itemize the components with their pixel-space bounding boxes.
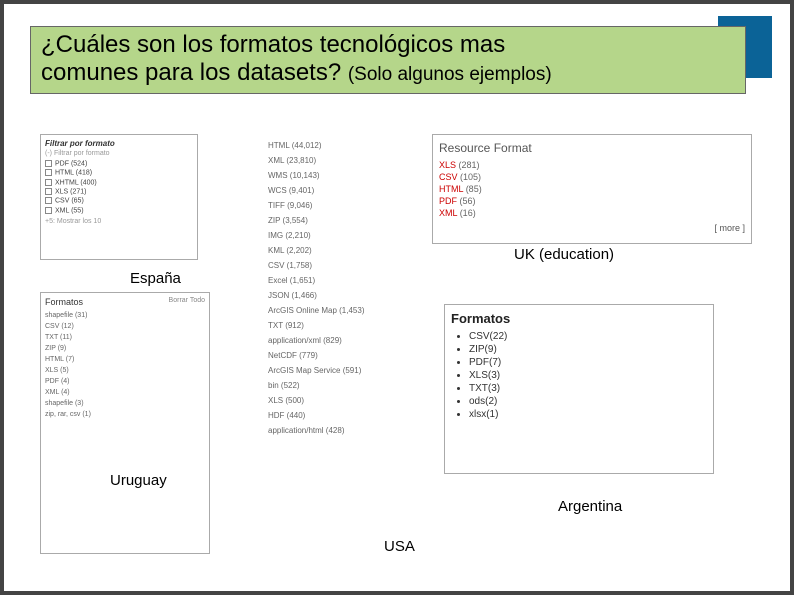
list-item[interactable]: HTML (418) [45,168,193,177]
list-item[interactable]: application/xml (829) [268,333,412,348]
list-item[interactable]: ZIP (3,554) [268,213,412,228]
title-line1: ¿Cuáles son los formatos tecnológicos ma… [41,31,735,59]
spain-more[interactable]: +5: Mostrar los 10 [45,218,193,225]
label-argentina: Argentina [558,498,622,515]
list-item[interactable]: KML (2,202) [268,243,412,258]
argentina-header: Formatos [451,311,707,326]
list-item[interactable]: PDF(7) [469,356,707,369]
list-item[interactable]: XHTML (400) [45,178,193,187]
list-item[interactable]: ArcGIS Online Map (1,453) [268,303,412,318]
spain-header: Filtrar por formato [45,139,193,148]
argentina-list: CSV(22)ZIP(9)PDF(7)XLS(3)TXT(3)ods(2)xls… [469,330,707,421]
list-item[interactable]: shapefile (3) [45,398,205,409]
list-item[interactable]: XLS(3) [469,369,707,382]
title-line2: comunes para los datasets? (Solo algunos… [41,59,735,87]
list-item[interactable]: CSV (65) [45,196,193,205]
list-item[interactable]: XLS (281) [439,159,745,171]
list-item[interactable]: HTML (44,012) [268,138,412,153]
uk-header: Resource Format [439,141,745,155]
list-item[interactable]: TXT(3) [469,382,707,395]
panel-spain: Filtrar por formato (-) Filtrar por form… [40,134,198,260]
uruguay-list: shapefile (31)CSV (12)TXT (11)ZIP (9)HTM… [45,310,205,420]
list-item[interactable]: WCS (9,401) [268,183,412,198]
spain-toggle[interactable]: (-) Filtrar por formato [45,150,193,157]
list-item[interactable]: CSV(22) [469,330,707,343]
list-item[interactable]: CSV (1,758) [268,258,412,273]
list-item[interactable]: JSON (1,466) [268,288,412,303]
list-item[interactable]: HTML (7) [45,354,205,365]
list-item[interactable]: HDF (440) [268,408,412,423]
uruguay-clear[interactable]: Borrar Todo [169,297,205,304]
list-item[interactable]: PDF (4) [45,376,205,387]
list-item[interactable]: shapefile (31) [45,310,205,321]
usa-list: HTML (44,012)XML (23,810)WMS (10,143)WCS… [268,138,412,438]
label-uk: UK (education) [514,246,614,263]
list-item[interactable]: ArcGIS Map Service (591) [268,363,412,378]
list-item[interactable]: TXT (11) [45,332,205,343]
list-item[interactable]: PDF (56) [439,195,745,207]
uruguay-header: Formatos [45,297,83,307]
list-item[interactable]: bin (522) [268,378,412,393]
list-item[interactable]: Excel (1,651) [268,273,412,288]
panel-uk: Resource Format XLS (281)CSV (105)HTML (… [432,134,752,244]
list-item[interactable]: XLS (271) [45,187,193,196]
list-item[interactable]: zip, rar, csv (1) [45,409,205,420]
list-item[interactable]: TXT (912) [268,318,412,333]
list-item[interactable]: ZIP (9) [45,343,205,354]
list-item[interactable]: ZIP(9) [469,343,707,356]
list-item[interactable]: XML (23,810) [268,153,412,168]
label-usa: USA [384,538,415,555]
list-item[interactable]: XML (55) [45,206,193,215]
list-item[interactable]: XLS (500) [268,393,412,408]
uk-list: XLS (281)CSV (105)HTML (85)PDF (56)XML (… [439,159,745,219]
list-item[interactable]: ods(2) [469,395,707,408]
list-item[interactable]: application/html (428) [268,423,412,438]
uk-more[interactable]: [ more ] [439,223,745,233]
label-uruguay: Uruguay [110,472,167,489]
list-item[interactable]: CSV (105) [439,171,745,183]
title-box: ¿Cuáles son los formatos tecnológicos ma… [30,26,746,94]
list-item[interactable]: NetCDF (779) [268,348,412,363]
panel-uruguay: Formatos Borrar Todo shapefile (31)CSV (1… [40,292,210,554]
panel-argentina: Formatos CSV(22)ZIP(9)PDF(7)XLS(3)TXT(3)… [444,304,714,474]
label-spain: España [130,270,181,287]
list-item[interactable]: XML (16) [439,207,745,219]
spain-list: PDF (524)HTML (418)XHTML (400)XLS (271)C… [45,159,193,215]
list-item[interactable]: XLS (5) [45,365,205,376]
list-item[interactable]: PDF (524) [45,159,193,168]
list-item[interactable]: WMS (10,143) [268,168,412,183]
panel-usa: HTML (44,012)XML (23,810)WMS (10,143)WCS… [264,134,416,552]
list-item[interactable]: CSV (12) [45,321,205,332]
list-item[interactable]: xlsx(1) [469,408,707,421]
list-item[interactable]: HTML (85) [439,183,745,195]
list-item[interactable]: XML (4) [45,387,205,398]
list-item[interactable]: IMG (2,210) [268,228,412,243]
list-item[interactable]: TIFF (9,046) [268,198,412,213]
